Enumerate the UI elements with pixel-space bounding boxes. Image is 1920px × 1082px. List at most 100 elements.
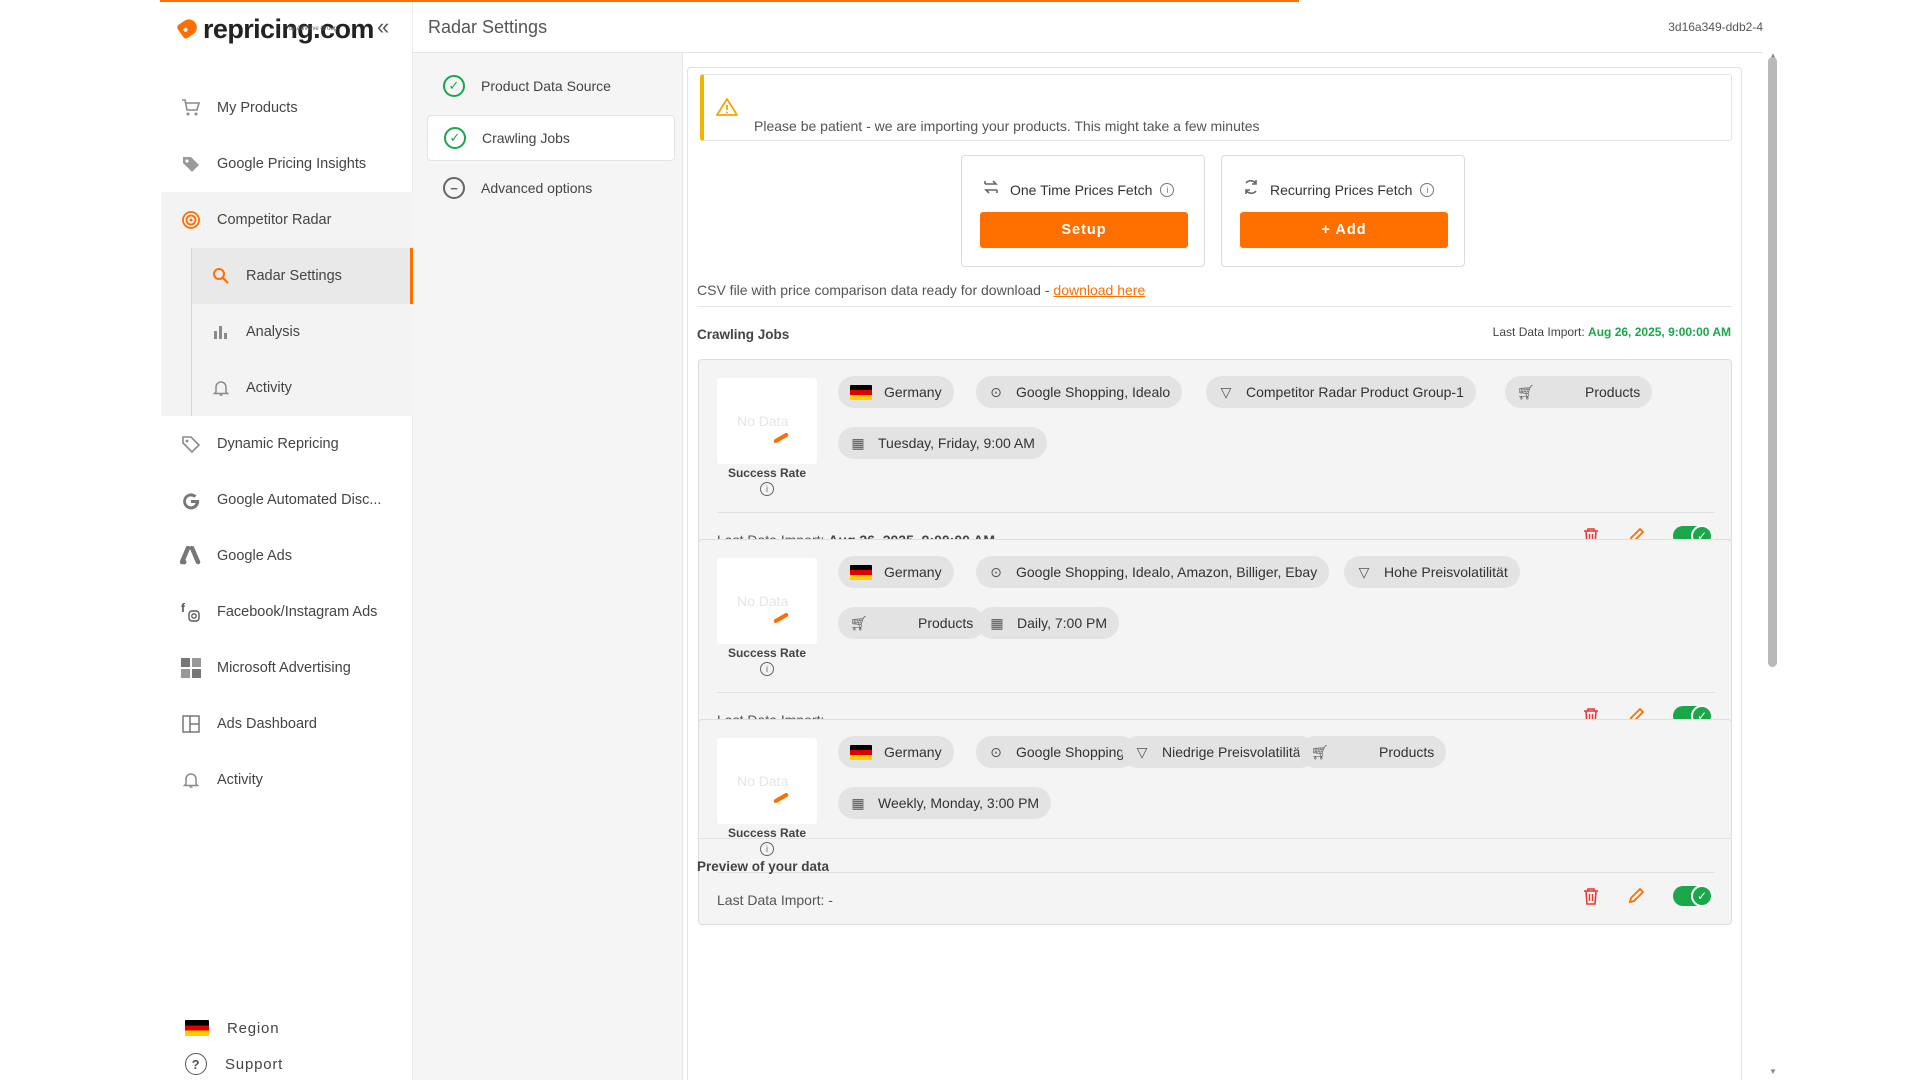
sources-chip: ⊙ Google Shopping <box>976 736 1137 768</box>
warning-icon <box>716 97 738 123</box>
step-label: Product Data Source <box>481 78 611 94</box>
info-icon[interactable]: i <box>760 842 774 856</box>
germany-flag-icon <box>850 744 872 760</box>
job-last-import: Last Data Import: - <box>717 892 833 908</box>
rate-indicator <box>773 612 789 624</box>
product-group-chip: ▽ Hohe Preisvolatilität <box>1344 556 1520 588</box>
sidebar-item-microsoft-advertising[interactable]: Microsoft Advertising <box>161 640 413 696</box>
scan-icon: ⊙ <box>990 743 1002 760</box>
sources-chip: ⊙ Google Shopping, Idealo <box>976 376 1183 408</box>
no-data-text: No Data <box>737 593 789 609</box>
add-recurring-button[interactable]: + Add <box>1240 212 1448 248</box>
scan-icon: ⊙ <box>990 383 1002 400</box>
sidebar-subitem-label: Activity <box>246 380 292 396</box>
main-content: Please be patient - we are importing you… <box>687 67 1742 1080</box>
cart-icon: 🛒︎ <box>1517 383 1535 400</box>
info-icon[interactable]: i <box>760 662 774 676</box>
sidebar-item-dynamic-repricing[interactable]: Dynamic Repricing <box>161 416 413 472</box>
cart-icon: 🛒︎ <box>850 614 868 631</box>
sidebar-subitem-label: Analysis <box>246 324 300 340</box>
bell-icon <box>210 377 232 399</box>
crawling-job-card: No Data Success Rate i Germany ⊙ Google … <box>698 359 1732 565</box>
germany-flag-icon <box>850 564 872 580</box>
sidebar-item-activity[interactable]: Activity <box>161 752 413 808</box>
refresh-icon <box>1242 178 1260 201</box>
sidebar-item-competitor-radar[interactable]: Competitor Radar <box>161 192 413 248</box>
step-label: Advanced options <box>481 180 593 196</box>
info-icon[interactable]: i <box>1160 182 1175 197</box>
rate-indicator <box>773 792 789 804</box>
dashboard-icon <box>179 712 203 736</box>
minus-circle-icon: − <box>443 177 465 199</box>
edit-icon[interactable] <box>1627 887 1645 905</box>
schedule-chip: ▦ Weekly, Monday, 3:00 PM <box>838 787 1052 819</box>
sidebar-item-label: Microsoft Advertising <box>217 660 351 676</box>
sidebar-item-label: Google Pricing Insights <box>217 156 367 172</box>
no-data-text: No Data <box>737 773 789 789</box>
country-chip: Germany <box>838 556 954 588</box>
country-chip: Germany <box>838 376 954 408</box>
google-ads-icon <box>179 544 203 568</box>
facebook-instagram-icon: f <box>179 600 203 624</box>
products-chip: 🛒︎ Products <box>1299 736 1447 768</box>
sidebar-item-google-pricing-insights[interactable]: Google Pricing Insights <box>161 136 413 192</box>
rate-indicator <box>773 432 789 444</box>
logo[interactable]: repricing.com <box>176 14 374 44</box>
sidebar-subitem-analysis[interactable]: Analysis <box>192 304 413 360</box>
download-here-link[interactable]: download here <box>1053 282 1145 298</box>
products-chip: 🛒︎ Products <box>1505 376 1653 408</box>
import-warning-alert: Please be patient - we are importing you… <box>700 74 1732 141</box>
delete-icon[interactable] <box>1583 887 1599 905</box>
tag-icon <box>179 432 203 456</box>
check-circle-icon: ✓ <box>444 127 466 149</box>
step-product-data-source[interactable]: ✓ Product Data Source <box>427 63 675 109</box>
scan-icon: ⊙ <box>990 563 1002 580</box>
recurring-fetch-title: Recurring Prices Fetch i <box>1242 178 1435 201</box>
check-circle-icon: ✓ <box>443 75 465 97</box>
sidebar-item-label: Google Automated Disc... <box>217 492 382 508</box>
setup-button[interactable]: Setup <box>980 212 1188 248</box>
schedule-chip: ▦ Tuesday, Friday, 9:00 AM <box>838 427 1047 459</box>
calendar-icon: ▦ <box>990 614 1004 631</box>
scrollbar-thumb[interactable] <box>1768 57 1777 667</box>
filter-icon: ▽ <box>1220 383 1232 400</box>
region-selector[interactable]: Region <box>185 1010 283 1046</box>
scroll-down-arrow-icon[interactable]: ▼ <box>1769 1067 1777 1076</box>
support-label: Support <box>225 1055 284 1073</box>
sidebar-item-label: Activity <box>217 772 263 788</box>
bar-chart-icon <box>210 321 232 343</box>
sidebar-item-label: Dynamic Repricing <box>217 436 339 452</box>
divider <box>697 838 1732 839</box>
sidebar-item-facebook-instagram-ads[interactable]: f Facebook/Instagram Ads <box>161 584 413 640</box>
sidebar-item-label: Facebook/Instagram Ads <box>217 604 378 620</box>
sidebar-item-label: Google Ads <box>217 548 292 564</box>
search-icon <box>210 265 232 287</box>
sidebar-subitem-activity[interactable]: Activity <box>192 360 413 416</box>
support-link[interactable]: ? Support <box>185 1046 283 1082</box>
enable-toggle[interactable]: ✓ <box>1673 885 1713 907</box>
logo-tag-icon <box>176 16 200 40</box>
preview-title: Preview of your data <box>697 859 830 874</box>
one-time-fetch-title: One Time Prices Fetch i <box>982 178 1175 201</box>
sidebar-item-google-ads[interactable]: Google Ads <box>161 528 413 584</box>
google-icon <box>179 488 203 512</box>
divider <box>717 692 1715 693</box>
svg-text:f: f <box>181 601 186 615</box>
cart-icon: 🛒︎ <box>1311 743 1329 760</box>
sidebar-subitem-radar-settings[interactable]: Radar Settings <box>192 248 413 304</box>
calendar-icon: ▦ <box>851 434 865 451</box>
radar-icon <box>179 208 203 232</box>
info-icon[interactable]: i <box>760 482 774 496</box>
step-advanced-options[interactable]: − Advanced options <box>427 165 675 211</box>
sidebar-item-ads-dashboard[interactable]: Ads Dashboard <box>161 696 413 752</box>
step-crawling-jobs[interactable]: ✓ Crawling Jobs <box>427 115 675 161</box>
country-chip: Germany <box>838 736 954 768</box>
collapse-sidebar-icon[interactable]: « <box>377 16 389 38</box>
sidebar-item-google-automated-discounts[interactable]: Google Automated Disc... <box>161 472 413 528</box>
info-icon[interactable]: i <box>1420 182 1435 197</box>
calendar-icon: ▦ <box>851 794 865 811</box>
filter-icon: ▽ <box>1136 743 1148 760</box>
competitor-radar-group: Competitor Radar Radar Settings Analysis <box>161 192 413 416</box>
help-icon: ? <box>185 1053 207 1075</box>
sidebar-item-my-products[interactable]: My Products <box>161 80 413 136</box>
